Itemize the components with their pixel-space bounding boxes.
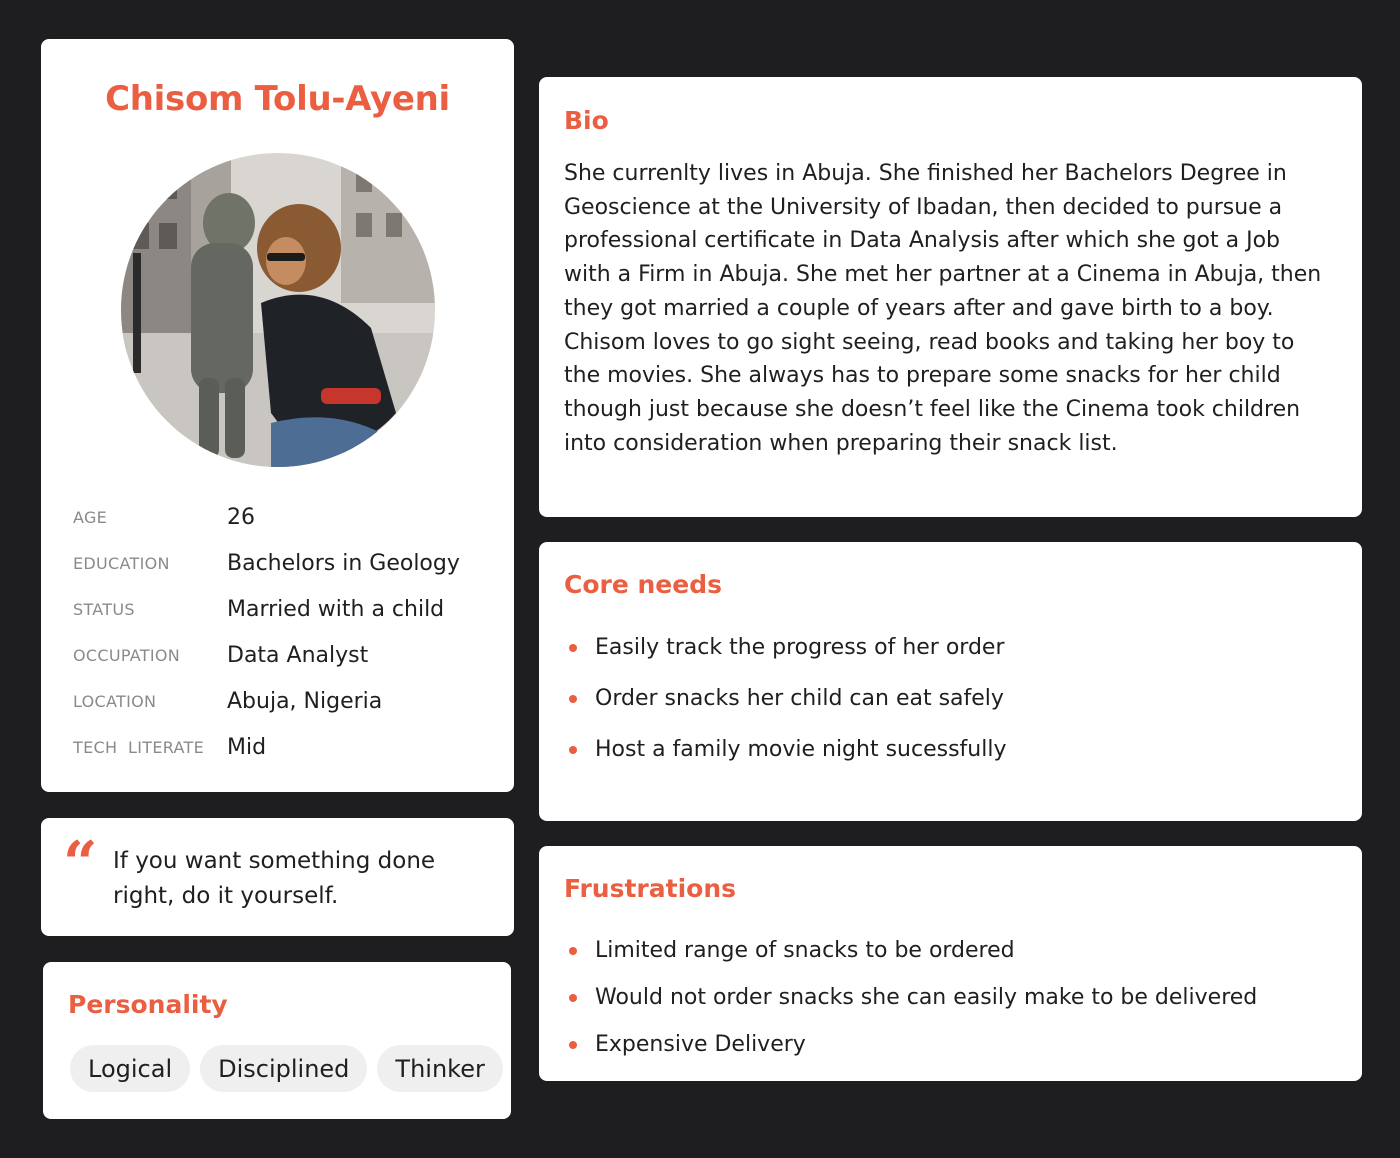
bio-text: She currenlty lives in Abuja. She finish… — [564, 161, 1322, 456]
detail-label: OCCUPATION — [73, 645, 181, 665]
detail-value: Bachelors in Geology — [227, 550, 460, 576]
list-item: Would not order snacks she can easily ma… — [569, 974, 1257, 1021]
bullet-icon — [569, 946, 577, 955]
bullet-icon — [569, 1040, 577, 1049]
core-needs-title: Core needs — [564, 570, 722, 599]
personality-tags: Logical Disciplined Thinker — [70, 1045, 503, 1092]
persona-photo — [121, 153, 435, 467]
list-item: Host a family movie night sucessfully — [569, 724, 1006, 775]
detail-value: Married with a child — [227, 596, 445, 622]
core-needs-card: Core needs Easily track the progress of … — [539, 542, 1362, 821]
list-item-text: Limited range of snacks to be ordered — [595, 938, 1015, 963]
detail-row-tech-literate: TECH LITERATE Mid — [73, 724, 493, 770]
detail-label: LOCATION — [73, 691, 157, 711]
bio-card: Bio She currenlty lives in Abuja. She fi… — [539, 77, 1362, 517]
detail-value: Data Analyst — [227, 642, 369, 668]
personality-card: Personality Logical Disciplined Thinker — [43, 962, 511, 1119]
detail-label: EDUCATION — [73, 553, 170, 573]
detail-row-age: AGE 26 — [73, 494, 493, 540]
detail-value: Abuja, Nigeria — [227, 688, 383, 714]
detail-row-occupation: OCCUPATION Data Analyst — [73, 632, 493, 678]
bullet-icon — [569, 694, 577, 703]
persona-details: AGE 26 EDUCATION Bachelors in Geology ST… — [73, 494, 493, 770]
detail-label: AGE — [73, 507, 108, 527]
quote-text: If you want something done right, do it … — [113, 848, 436, 909]
frustrations-list: Limited range of snacks to be ordered Wo… — [569, 927, 1257, 1068]
list-item-text: Order snacks her child can eat safely — [595, 686, 1004, 711]
detail-row-education: EDUCATION Bachelors in Geology — [73, 540, 493, 586]
profile-card: Chisom Tolu-Ayeni AGE 26 EDUCATION Bache… — [41, 39, 514, 792]
detail-value: Mid — [227, 734, 267, 760]
detail-label: TECH LITERATE — [73, 737, 205, 757]
bio-title: Bio — [564, 106, 609, 135]
frustrations-card: Frustrations Limited range of snacks to … — [539, 846, 1362, 1081]
list-item-text: Easily track the progress of her order — [595, 635, 1005, 660]
personality-tag: Disciplined — [200, 1045, 368, 1092]
detail-row-status: STATUS Married with a child — [73, 586, 493, 632]
quote-card: “ If you want something done right, do i… — [41, 818, 514, 936]
list-item-text: Expensive Delivery — [595, 1032, 806, 1057]
bullet-icon — [569, 745, 577, 754]
list-item: Easily track the progress of her order — [569, 622, 1006, 673]
quote-icon: “ — [63, 829, 98, 899]
bullet-icon — [569, 993, 577, 1002]
bullet-icon — [569, 643, 577, 652]
personality-title: Personality — [68, 990, 228, 1019]
detail-row-location: LOCATION Abuja, Nigeria — [73, 678, 493, 724]
core-needs-list: Easily track the progress of her order O… — [569, 622, 1006, 775]
frustrations-title: Frustrations — [564, 874, 737, 903]
list-item: Limited range of snacks to be ordered — [569, 927, 1257, 974]
list-item-text: Would not order snacks she can easily ma… — [595, 985, 1258, 1010]
list-item-text: Host a family movie night sucessfully — [595, 737, 1007, 762]
list-item: Expensive Delivery — [569, 1021, 1257, 1068]
detail-value: 26 — [227, 504, 255, 530]
personality-tag: Logical — [70, 1045, 191, 1092]
list-item: Order snacks her child can eat safely — [569, 673, 1006, 724]
personality-tag: Thinker — [377, 1045, 503, 1092]
persona-name: Chisom Tolu-Ayeni — [105, 79, 450, 119]
detail-label: STATUS — [73, 599, 135, 619]
